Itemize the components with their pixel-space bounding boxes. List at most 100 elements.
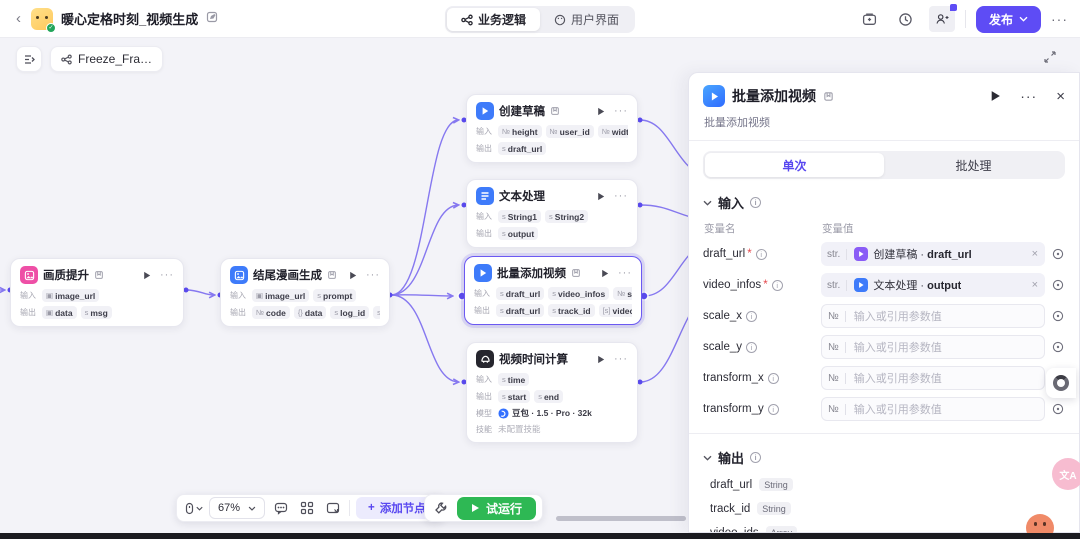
node-card-0[interactable]: 创建草稿 ···输入№height№user_id№width输出sdraft_… bbox=[466, 94, 638, 163]
collaboration-icon[interactable] bbox=[928, 4, 957, 32]
floating-widget-button[interactable] bbox=[1046, 368, 1076, 398]
variable-name: scale_y i bbox=[703, 341, 821, 353]
info-icon[interactable]: i bbox=[767, 403, 779, 415]
run-node-icon[interactable] bbox=[597, 192, 605, 201]
doubao-icon bbox=[498, 407, 509, 419]
value-reference-box[interactable]: str. 文本处理 · output × bbox=[821, 273, 1045, 297]
info-icon[interactable]: i bbox=[771, 279, 783, 291]
value-input-box[interactable]: № 输入或引用参数值 bbox=[821, 304, 1045, 328]
top-header: ‹ ✓ 暖心定格时刻_视频生成 业务逻辑 用户界面 发布 ··· bbox=[0, 0, 1080, 38]
run-node-icon[interactable] bbox=[349, 271, 357, 280]
node-more-button[interactable]: ··· bbox=[618, 267, 632, 279]
canvas-toolbar: 67% + 添加节点 bbox=[176, 494, 445, 522]
value-input-box[interactable]: № 输入或引用参数值 bbox=[821, 366, 1045, 390]
param-chip: s draft_url bbox=[496, 287, 545, 300]
output-section-header[interactable]: 输出 i bbox=[703, 448, 1065, 467]
canvas-horizontal-scrollbar[interactable] bbox=[556, 516, 686, 521]
header-more-button[interactable]: ··· bbox=[1051, 11, 1068, 27]
info-icon[interactable]: i bbox=[767, 372, 779, 384]
node-more-button[interactable]: ··· bbox=[614, 353, 628, 365]
input-section-header[interactable]: 输入 i bbox=[703, 193, 1065, 212]
reference-value: 创建草稿 · draft_url bbox=[873, 249, 972, 261]
node-card-4[interactable]: 批量添加视频 ···输入sdraft_urlsvideo_infos№scale… bbox=[464, 256, 642, 325]
tab-single-run[interactable]: 单次 bbox=[705, 153, 884, 177]
focus-node-param-icon[interactable] bbox=[1051, 402, 1065, 416]
param-chip: ▣ data bbox=[42, 306, 77, 319]
resource-box-icon[interactable] bbox=[857, 6, 883, 32]
info-icon[interactable]: i bbox=[750, 452, 762, 463]
node-play-icon bbox=[703, 85, 725, 107]
input-row-video_infos: video_infos * i str. 文本处理 · output × bbox=[703, 273, 1065, 297]
workflow-tab[interactable]: Freeze_Fra… bbox=[50, 46, 164, 72]
value-reference-box[interactable]: str. 创建草稿 · draft_url × bbox=[821, 242, 1045, 266]
param-chip: smsg bbox=[80, 306, 112, 319]
divider bbox=[964, 10, 966, 28]
node-card-1[interactable]: 文本处理 ··· 输入 s String1 s String2 输出 s output bbox=[466, 179, 638, 248]
variable-name: transform_x i bbox=[703, 372, 821, 384]
focus-node-param-icon[interactable] bbox=[1051, 247, 1065, 261]
clear-value-icon[interactable]: × bbox=[1025, 248, 1045, 260]
divider bbox=[689, 433, 1079, 434]
info-icon[interactable]: i bbox=[750, 197, 762, 208]
node-more-button[interactable]: ··· bbox=[614, 105, 628, 117]
param-chip: № user_id bbox=[545, 125, 594, 138]
run-toolbar: 试运行 bbox=[424, 494, 544, 522]
run-node-icon[interactable] bbox=[601, 269, 609, 278]
close-panel-icon[interactable]: × bbox=[1056, 88, 1065, 105]
param-chip: [s]video_ids bbox=[598, 304, 632, 317]
node-more-button[interactable]: ··· bbox=[366, 269, 380, 281]
run-node-icon[interactable] bbox=[597, 107, 605, 116]
run-node-icon[interactable] bbox=[990, 90, 1001, 102]
bot-avatar: ✓ bbox=[31, 7, 56, 33]
node-list-toggle-button[interactable] bbox=[16, 46, 42, 72]
run-node-icon[interactable] bbox=[597, 355, 605, 364]
info-icon[interactable]: i bbox=[746, 341, 757, 353]
value-input-box[interactable]: № 输入或引用参数值 bbox=[821, 397, 1045, 421]
node-ref-icon bbox=[854, 278, 869, 292]
tab-user-interface[interactable]: 用户界面 bbox=[540, 8, 633, 31]
node-description: 批量添加视频 bbox=[704, 117, 770, 129]
play-icon bbox=[472, 504, 479, 512]
info-icon[interactable]: i bbox=[755, 248, 767, 260]
node-more-button[interactable]: ··· bbox=[614, 190, 628, 202]
node-card-3[interactable]: 结尾漫画生成 ··· 输入 ▣ image_url s prompt 输出 № code{} da… bbox=[220, 258, 390, 327]
info-icon[interactable]: i bbox=[746, 310, 757, 322]
clear-value-icon[interactable]: × bbox=[1025, 279, 1045, 291]
tab-business-logic[interactable]: 业务逻辑 bbox=[446, 8, 540, 31]
panel-node-title: 批量添加视频 bbox=[732, 88, 816, 104]
node-card-5[interactable]: 视频时间计算 ··· 输入 s time 输出 s start s end 模型 豆包 · 1.5… bbox=[466, 342, 638, 443]
focus-node-param-icon[interactable] bbox=[1051, 309, 1065, 323]
expand-canvas-icon[interactable] bbox=[1044, 50, 1056, 68]
param-chip: s log_id bbox=[330, 306, 370, 319]
workflow-tab-label: Freeze_Fra… bbox=[78, 52, 153, 66]
param-chip: s time bbox=[498, 373, 530, 386]
value-input-box[interactable]: № 输入或引用参数值 bbox=[821, 335, 1045, 359]
history-icon[interactable] bbox=[893, 6, 919, 32]
published-check-icon: ✓ bbox=[46, 22, 56, 33]
bookmark-icon bbox=[327, 270, 337, 280]
debug-wrench-icon[interactable] bbox=[431, 498, 451, 518]
notification-dot bbox=[949, 4, 957, 11]
param-chip: ▣ image_url bbox=[42, 289, 100, 302]
record-ring-icon bbox=[1053, 375, 1069, 391]
auto-layout-icon[interactable] bbox=[297, 498, 317, 518]
node-more-button[interactable]: ··· bbox=[160, 269, 174, 281]
focus-node-param-icon[interactable] bbox=[1051, 340, 1065, 354]
publish-button[interactable]: 发布 bbox=[975, 5, 1041, 33]
focus-node-param-icon[interactable] bbox=[1051, 278, 1065, 292]
zoom-select[interactable]: 67% bbox=[209, 497, 266, 519]
test-run-button[interactable]: 试运行 bbox=[457, 496, 537, 520]
param-chip: №scale_x bbox=[613, 287, 632, 300]
back-button[interactable]: ‹ bbox=[14, 10, 23, 27]
edit-title-icon[interactable] bbox=[206, 10, 218, 28]
panel-more-button[interactable]: ··· bbox=[1020, 88, 1037, 104]
translate-button[interactable]: 文A bbox=[1052, 458, 1080, 490]
run-node-icon[interactable] bbox=[143, 271, 151, 280]
comment-icon[interactable] bbox=[271, 498, 291, 518]
value-placeholder: 输入或引用参数值 bbox=[853, 342, 942, 354]
fit-view-icon[interactable] bbox=[323, 498, 343, 518]
palette-icon bbox=[554, 14, 566, 25]
tab-batch[interactable]: 批处理 bbox=[884, 153, 1063, 177]
cursor-mode-icon[interactable] bbox=[183, 498, 203, 518]
node-card-2[interactable]: 画质提升 ··· 输入 ▣ image_url 输出 ▣ data s msg bbox=[10, 258, 184, 327]
